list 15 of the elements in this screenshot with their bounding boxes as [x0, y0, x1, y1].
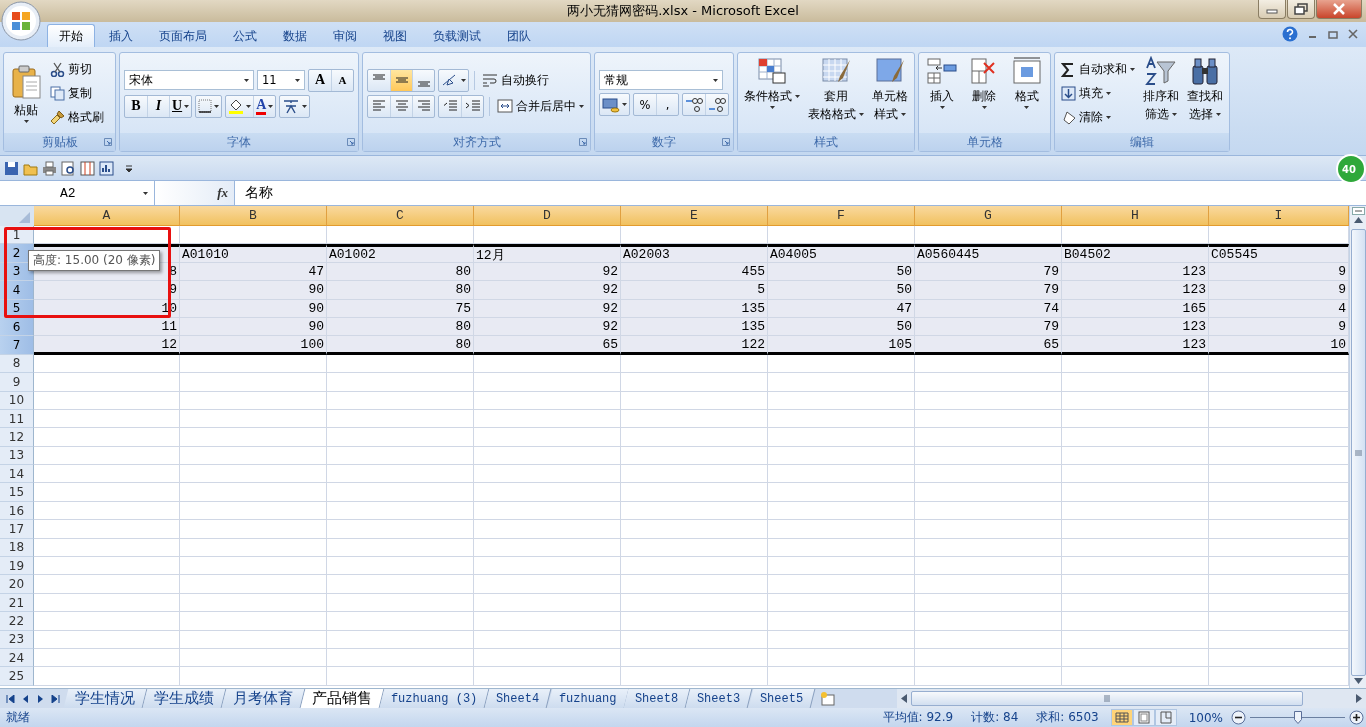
- group-label: 编辑: [1130, 134, 1154, 150]
- average-value: 平均值: 92.9: [882, 709, 954, 726]
- window-title: 两小无猜网密码.xlsx - Microsoft Excel: [567, 2, 799, 20]
- status-text: 就绪: [6, 709, 30, 726]
- row-height-tooltip: 高度: 15.00 (20 像素): [28, 250, 161, 271]
- sum-value: 求和: 6503: [1036, 709, 1099, 726]
- count-value: 计数: 84: [971, 709, 1019, 726]
- zoom-level: 100%: [1188, 710, 1223, 725]
- group-label: 对齐方式: [452, 134, 501, 150]
- group-label: 剪贴板: [41, 134, 78, 150]
- notification-badge: 40: [1336, 154, 1366, 184]
- group-label: 单元格: [966, 134, 1003, 150]
- group-label: 数字: [652, 134, 676, 150]
- group-label: 字体: [227, 134, 251, 150]
- group-label: 样式: [814, 134, 838, 150]
